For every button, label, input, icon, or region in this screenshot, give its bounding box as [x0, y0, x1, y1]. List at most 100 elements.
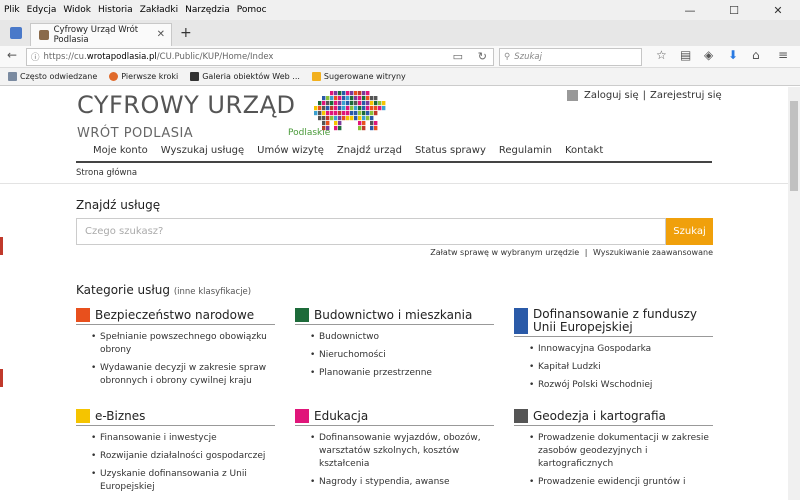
- breadcrumb[interactable]: Strona główna: [76, 168, 137, 178]
- category-link[interactable]: Kapitał Ludzki: [529, 361, 713, 374]
- logo-cell: [358, 126, 362, 131]
- menu-pomoc[interactable]: Pomoc: [233, 5, 270, 15]
- menu-narzedzia[interactable]: Narzędzia: [181, 5, 233, 15]
- category-link[interactable]: Finansowanie i inwestycje: [91, 432, 275, 445]
- category-link[interactable]: Rozwijanie działalności gospodarczej: [91, 450, 275, 463]
- logo-cell: [374, 106, 378, 111]
- library-icon[interactable]: ▤: [680, 48, 691, 62]
- menu-zakladki[interactable]: Zakładki: [136, 5, 181, 15]
- menu-widok[interactable]: Widok: [59, 5, 94, 15]
- logo-cell: [326, 106, 330, 111]
- nav-wyszukaj-usluge[interactable]: Wyszukaj usługę: [161, 145, 244, 156]
- info-icon[interactable]: ⓘ: [31, 51, 40, 63]
- logo-cell: [350, 91, 354, 96]
- hamburger-menu-icon[interactable]: ≡: [778, 48, 788, 62]
- logo-cell: [358, 116, 362, 121]
- category-link[interactable]: Prowadzenie ewidencji gruntów i: [529, 476, 713, 489]
- category-title[interactable]: Bezpieczeństwo narodowe: [76, 308, 275, 325]
- logo-cell: [354, 91, 358, 96]
- nav-bar: ← ⓘ https://cu. wrotapodlasia.pl/CU.Publi…: [0, 46, 800, 68]
- service-search-input[interactable]: Czego szukasz?: [76, 218, 666, 245]
- url-bar[interactable]: ⓘ https://cu. wrotapodlasia.pl/CU.Public/…: [26, 48, 494, 66]
- nav-status-sprawy[interactable]: Status sprawy: [415, 145, 486, 156]
- nav-kontakt[interactable]: Kontakt: [565, 145, 603, 156]
- reader-icon[interactable]: ▭: [453, 50, 463, 63]
- category-title[interactable]: e-Biznes: [76, 409, 275, 426]
- vertical-scrollbar[interactable]: [788, 87, 800, 500]
- logo-cell: [350, 106, 354, 111]
- shield-icon[interactable]: ◈: [704, 48, 713, 62]
- logo-cell: [370, 96, 374, 101]
- category-title[interactable]: Dofinansowanie z funduszy Unii Europejsk…: [514, 308, 713, 337]
- logo-cell: [346, 101, 350, 106]
- main-nav: Moje konto Wyszukaj usługę Umów wizytę Z…: [93, 145, 616, 156]
- logo-cell: [346, 106, 350, 111]
- category-title[interactable]: Budownictwo i mieszkania: [295, 308, 494, 325]
- office-search-link[interactable]: Załatw sprawę w wybranym urzędzie: [430, 248, 579, 257]
- menu-edycja[interactable]: Edycja: [23, 5, 60, 15]
- logo-cell: [330, 106, 334, 111]
- nav-regulamin[interactable]: Regulamin: [499, 145, 552, 156]
- close-window-button[interactable]: ✕: [756, 0, 800, 20]
- menu-plik[interactable]: Plik: [0, 5, 23, 15]
- category-link[interactable]: Uzyskanie dofinansowania z Unii Europejs…: [91, 468, 275, 494]
- side-marker: [0, 237, 3, 255]
- logo-cell: [334, 96, 338, 101]
- brand-title[interactable]: CYFROWY URZĄD: [77, 91, 295, 119]
- back-button[interactable]: ←: [7, 48, 17, 62]
- bookmark-item[interactable]: Często odwiedzane: [8, 72, 97, 81]
- category-link[interactable]: Innowacyjna Gospodarka: [529, 343, 713, 356]
- category-link[interactable]: Rozwój Polski Wschodniej: [529, 379, 713, 392]
- logo-cell: [358, 101, 362, 106]
- logo-text: Podlaskie: [288, 128, 331, 138]
- tab-close-icon[interactable]: ✕: [157, 29, 165, 40]
- minimize-button[interactable]: —: [668, 0, 712, 20]
- logo-cell: [326, 121, 330, 126]
- category-link[interactable]: Prowadzenie dokumentacji w zakresie zaso…: [529, 432, 713, 471]
- window-controls: — ☐ ✕: [668, 0, 800, 20]
- scrollbar-thumb[interactable]: [790, 101, 798, 191]
- category-link[interactable]: Nieruchomości: [310, 349, 494, 362]
- category-dofinansowanie: Dofinansowanie z funduszy Unii Europejsk…: [514, 308, 713, 397]
- register-link[interactable]: Zarejestruj się: [650, 90, 722, 101]
- tab-list-icon[interactable]: [10, 27, 22, 39]
- brand-subtitle[interactable]: WRÓT PODLASIA: [77, 126, 193, 141]
- advanced-search-link[interactable]: Wyszukiwanie zaawansowane: [593, 248, 713, 257]
- logo-cell: [346, 91, 350, 96]
- nav-moje-konto[interactable]: Moje konto: [93, 145, 148, 156]
- logo-cell: [322, 96, 326, 101]
- menu-historia[interactable]: Historia: [94, 5, 136, 15]
- maximize-button[interactable]: ☐: [712, 0, 756, 20]
- nav-umow-wizyte[interactable]: Umów wizytę: [257, 145, 324, 156]
- category-link[interactable]: Planowanie przestrzenne: [310, 367, 494, 380]
- logo-cell: [358, 111, 362, 116]
- category-link[interactable]: Budownictwo: [310, 331, 494, 344]
- gallery-icon: [190, 72, 200, 81]
- logo-cell: [370, 101, 374, 106]
- search-bar[interactable]: ⚲ Szukaj: [499, 48, 642, 66]
- search-button[interactable]: Szukaj: [666, 218, 713, 245]
- category-link[interactable]: Spełnianie powszechnego obowiązku obrony: [91, 331, 275, 357]
- home-icon[interactable]: ⌂: [752, 48, 760, 62]
- logo-cell: [338, 96, 342, 101]
- alt-classification-link[interactable]: (inne klasyfikacje): [174, 287, 251, 297]
- download-icon[interactable]: ⬇: [728, 48, 738, 62]
- category-link[interactable]: Wydawanie decyzji w zakresie spraw obron…: [91, 362, 275, 388]
- bookmark-item[interactable]: Pierwsze kroki: [109, 72, 178, 81]
- login-link[interactable]: Zaloguj się: [584, 90, 639, 101]
- nav-znajdz-urzad[interactable]: Znajdź urząd: [337, 145, 402, 156]
- bookmark-star-icon[interactable]: ☆: [656, 48, 667, 62]
- logo-cell: [362, 111, 366, 116]
- reload-icon[interactable]: ↻: [478, 50, 487, 63]
- category-title[interactable]: Edukacja: [295, 409, 494, 426]
- logo-cell: [334, 111, 338, 116]
- new-tab-button[interactable]: +: [180, 25, 192, 41]
- bookmark-item[interactable]: Sugerowane witryny: [311, 72, 406, 81]
- category-link[interactable]: Dofinansowanie wyjazdów, obozów, warszta…: [310, 432, 494, 471]
- tab-active[interactable]: Cyfrowy Urząd Wrót Podlasia ✕: [30, 23, 172, 46]
- bookmark-item[interactable]: Galeria obiektów Web ...: [190, 72, 300, 81]
- category-title[interactable]: Geodezja i kartografia: [514, 409, 713, 426]
- browser-window: Plik Edycja Widok Historia Zakładki Narz…: [0, 0, 800, 500]
- category-link[interactable]: Nagrody i stypendia, awanse: [310, 476, 494, 489]
- logo-cell: [366, 101, 370, 106]
